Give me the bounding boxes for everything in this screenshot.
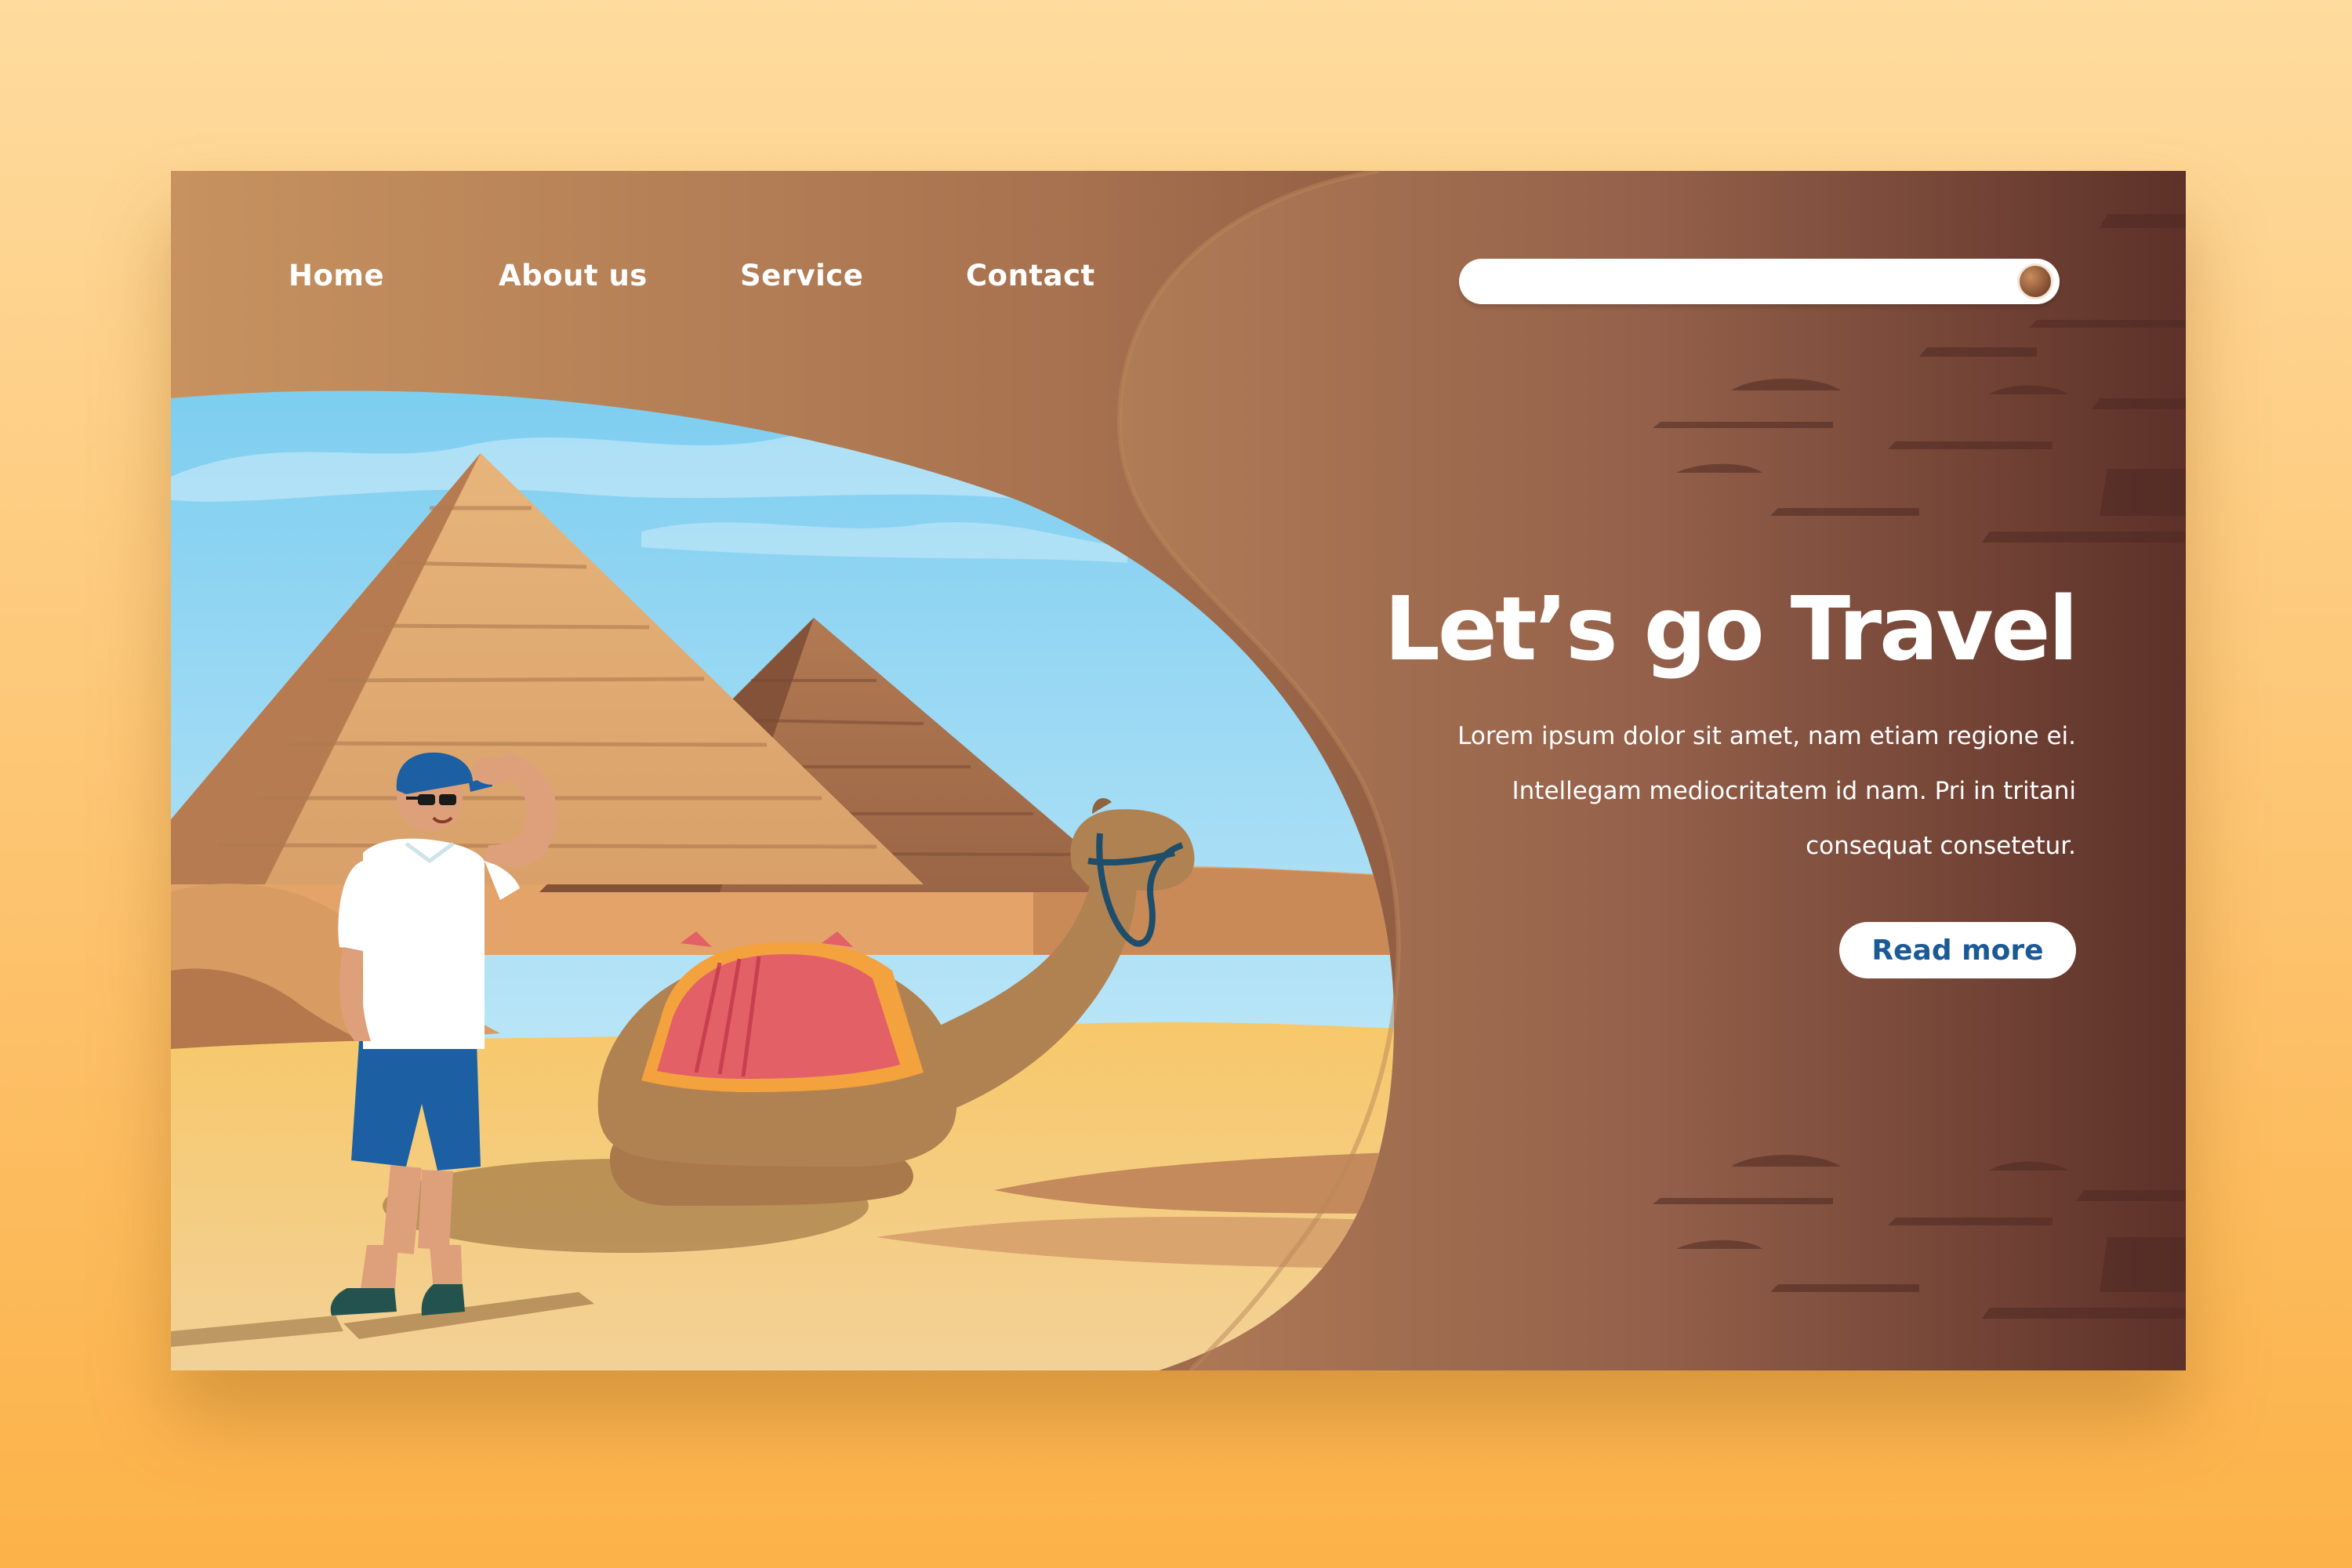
search-bar [1459,259,2060,304]
hero-title: Let’s go Travel [1384,579,2078,681]
nav-contact[interactable]: Contact [966,259,1095,292]
nav-about-us[interactable]: About us [499,259,648,292]
nav-service[interactable]: Service [740,259,863,292]
nav-home[interactable]: Home [289,259,384,292]
main-nav: Home About us Service Contact [171,171,1269,406]
hero-description: Lorem ipsum dolor sit amet, nam etiam re… [1457,722,2076,860]
read-more-button[interactable]: Read more [1839,922,2076,978]
landing-card: Home About us Service Contact Let’s go T… [171,171,2186,1370]
search-input[interactable] [1481,265,1986,299]
search-knob-icon[interactable] [2017,263,2053,299]
